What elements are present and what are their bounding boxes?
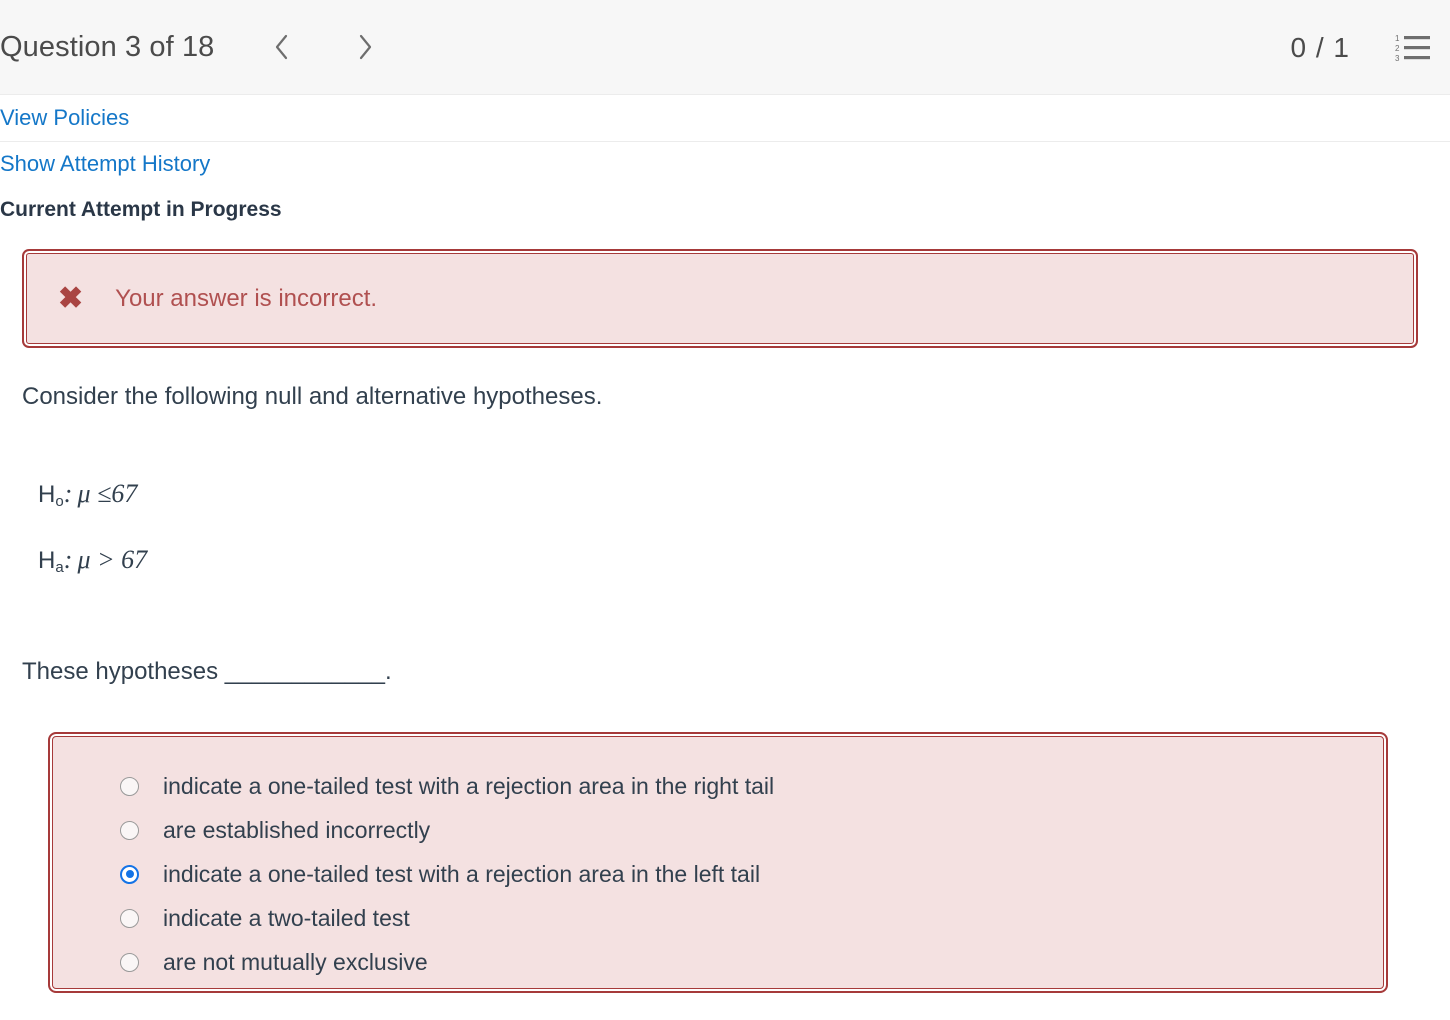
option-label: indicate a two-tailed test — [163, 904, 410, 931]
x-mark-icon: ✖ — [58, 281, 84, 315]
radio-button-icon-selected[interactable] — [120, 864, 139, 884]
null-hypothesis-subscript: o — [55, 493, 64, 510]
question-body: Consider the following null and alternat… — [0, 348, 1450, 684]
show-attempt-history-link[interactable]: Show Attempt History — [0, 153, 1450, 175]
radio-button-icon[interactable] — [120, 908, 139, 928]
svg-text:1: 1 — [1395, 34, 1400, 43]
answer-options-box: indicate a one-tailed test with a reject… — [48, 732, 1388, 993]
alternative-hypothesis-line: Ha: μ > 67 — [38, 545, 1450, 576]
option-row[interactable]: indicate a one-tailed test with a reject… — [50, 852, 1386, 896]
null-hypothesis-symbol: H — [38, 481, 56, 508]
question-header-bar: Question 3 of 18 0 / 1 1 2 3 — [0, 0, 1450, 95]
alternative-hypothesis-subscript: a — [55, 559, 64, 576]
score-display: 0 / 1 — [1290, 31, 1350, 63]
numbered-list-icon[interactable]: 1 2 3 — [1392, 29, 1434, 67]
chevron-left-icon — [272, 32, 290, 62]
radio-button-icon[interactable] — [120, 952, 139, 972]
alert-message: Your answer is incorrect. — [115, 284, 378, 312]
incorrect-answer-alert: ✖ Your answer is incorrect. — [22, 249, 1418, 348]
question-header-right: 0 / 1 1 2 3 — [1291, 0, 1434, 95]
option-label: are established incorrectly — [163, 816, 431, 843]
option-label: indicate a one-tailed test with a reject… — [163, 860, 761, 887]
previous-question-button[interactable] — [258, 24, 304, 70]
option-row[interactable]: indicate a one-tailed test with a reject… — [50, 764, 1386, 808]
alternative-hypothesis-symbol: H — [38, 547, 56, 574]
alternative-hypothesis-expression: : μ > 67 — [63, 545, 148, 574]
question-prompt: Consider the following null and alternat… — [22, 383, 603, 410]
section-divider — [0, 141, 1450, 142]
fill-in-blank-statement: These hypotheses ____________. — [22, 658, 392, 685]
chevron-right-icon — [356, 32, 374, 62]
page-title: Question 3 of 18 — [0, 30, 215, 63]
radio-button-icon[interactable] — [120, 820, 139, 840]
question-header-left: Question 3 of 18 — [0, 24, 388, 70]
option-label: are not mutually exclusive — [163, 948, 428, 975]
next-question-button[interactable] — [342, 24, 388, 70]
attempt-links-region: View Policies Show Attempt History Curre… — [0, 95, 1450, 221]
option-row[interactable]: are not mutually exclusive — [50, 940, 1386, 984]
svg-text:3: 3 — [1395, 54, 1400, 63]
option-row[interactable]: are established incorrectly — [50, 808, 1386, 852]
option-label: indicate a one-tailed test with a reject… — [163, 772, 775, 799]
radio-button-icon[interactable] — [120, 776, 139, 796]
question-navigation — [258, 24, 388, 70]
null-hypothesis-expression: : μ ≤67 — [63, 479, 138, 508]
current-attempt-heading: Current Attempt in Progress — [0, 198, 282, 221]
view-policies-link[interactable]: View Policies — [0, 107, 1450, 129]
option-row[interactable]: indicate a two-tailed test — [50, 896, 1386, 940]
svg-text:2: 2 — [1395, 44, 1400, 53]
null-hypothesis-line: Ho: μ ≤67 — [38, 479, 1450, 510]
